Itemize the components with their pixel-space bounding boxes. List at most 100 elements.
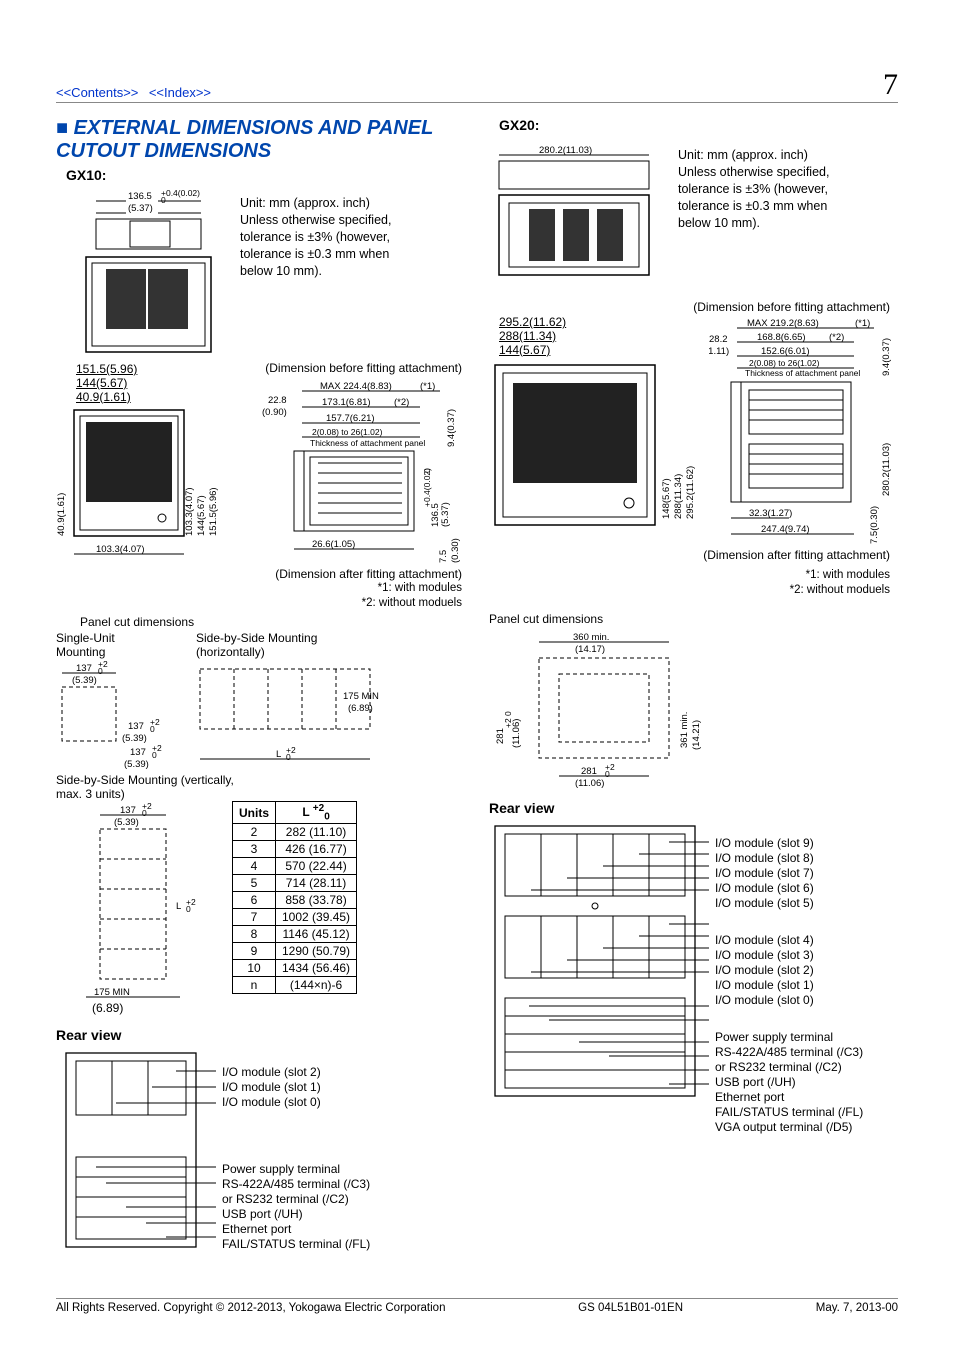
gx10-front-main: 40.9(1.61) 103.3(4.07) 144(5.67) 151.5(5… bbox=[56, 406, 256, 556]
svg-text:0: 0 bbox=[422, 468, 432, 473]
page-number: 7 bbox=[883, 70, 898, 100]
footer: All Rights Reserved. Copyright © 2012-20… bbox=[56, 1298, 898, 1314]
gx20-before-caption: (Dimension before fitting attachment) bbox=[489, 300, 890, 314]
left-column: ■ External Dimensions and Panel Cutout D… bbox=[56, 117, 465, 1257]
svg-text:103.3(4.07): 103.3(4.07) bbox=[96, 544, 145, 555]
svg-text:173.1(6.81): 173.1(6.81) bbox=[322, 397, 371, 408]
svg-text:(1.11): (1.11) bbox=[709, 346, 729, 357]
svg-text:136.5: 136.5 bbox=[128, 191, 152, 202]
gx10-cut-vert: 137 +20 (5.39) L +20 175 MIN bbox=[56, 801, 216, 1001]
svg-text:0: 0 bbox=[605, 769, 610, 779]
gx10-rear-view bbox=[56, 1047, 216, 1257]
svg-text:295.2(11.62): 295.2(11.62) bbox=[685, 466, 696, 519]
gx20-panelcut-title: Panel cut dimensions bbox=[489, 612, 898, 626]
svg-text:(11.06): (11.06) bbox=[575, 778, 604, 788]
svg-text:175 MIN: 175 MIN bbox=[94, 987, 130, 998]
svg-text:9.4(0.37): 9.4(0.37) bbox=[446, 409, 457, 447]
gx20-label: GX20: bbox=[499, 117, 898, 133]
svg-text:Thickness of attachment panel: Thickness of attachment panel bbox=[310, 438, 425, 448]
svg-text:(*1): (*1) bbox=[420, 381, 435, 392]
svg-text:0: 0 bbox=[286, 752, 291, 762]
svg-text:(14.17): (14.17) bbox=[575, 644, 605, 655]
gx20-unit-note: Unit: mm (approx. inch) Unless otherwise… bbox=[678, 147, 848, 231]
gx20-cut: 360 min. (14.17) 281 +2 0 (11.06) 361 mi… bbox=[489, 628, 719, 788]
svg-text:+0.4(0.02): +0.4(0.02) bbox=[161, 189, 200, 198]
gx10-before-caption: (Dimension before fitting attachment) bbox=[262, 361, 462, 375]
gx10-cut-horiz: 175 MIN (6.89) L +20 bbox=[196, 659, 386, 769]
gx10-panelcut-title: Panel cut dimensions bbox=[80, 615, 465, 629]
gx20-profile: 28.2 (1.11) MAX 219.2(8.63) (*1) 168.8(6… bbox=[709, 316, 899, 546]
gx20-front-main: 148(5.67) 288(11.34) 295.2(11.62) bbox=[489, 359, 699, 539]
svg-text:22.8: 22.8 bbox=[268, 395, 287, 406]
svg-text:(0.90): (0.90) bbox=[262, 407, 287, 418]
svg-text:(5.39): (5.39) bbox=[122, 733, 147, 744]
svg-text:(6.89): (6.89) bbox=[348, 703, 373, 714]
svg-text:L: L bbox=[176, 901, 181, 912]
contents-link[interactable]: <<Contents>> bbox=[56, 85, 138, 100]
svg-text:(5.39): (5.39) bbox=[114, 817, 139, 828]
section-title: ■ External Dimensions and Panel Cutout D… bbox=[56, 117, 465, 163]
gx10-unit-note: Unit: mm (approx. inch) Unless otherwise… bbox=[240, 195, 410, 279]
svg-text:(*2): (*2) bbox=[394, 397, 409, 408]
svg-text:168.8(6.65): 168.8(6.65) bbox=[757, 332, 806, 343]
svg-text:361 min.: 361 min. bbox=[679, 711, 690, 747]
svg-text:157.7(6.21): 157.7(6.21) bbox=[326, 413, 375, 424]
svg-text:288(11.34): 288(11.34) bbox=[673, 474, 684, 519]
gx10-cut-single: 137 +20 (5.39) 137 +20 (5.39) 137 +20 (5… bbox=[56, 659, 176, 769]
svg-text:247.4(9.74): 247.4(9.74) bbox=[761, 524, 810, 535]
gx10-label: GX10: bbox=[66, 167, 465, 183]
svg-text:(0.30): (0.30) bbox=[450, 538, 461, 563]
svg-text:(*1): (*1) bbox=[855, 318, 870, 329]
svg-text:28.2: 28.2 bbox=[709, 334, 728, 345]
svg-text:152.6(6.01): 152.6(6.01) bbox=[761, 346, 810, 357]
svg-text:0: 0 bbox=[186, 904, 191, 914]
svg-text:(5.39): (5.39) bbox=[124, 759, 149, 769]
svg-text:137: 137 bbox=[130, 747, 146, 758]
svg-text:0: 0 bbox=[503, 711, 513, 716]
svg-text:175 MIN: 175 MIN bbox=[343, 691, 379, 702]
svg-text:148(5.67): 148(5.67) bbox=[661, 479, 672, 520]
svg-text:(11.06): (11.06) bbox=[511, 718, 522, 747]
gx10-after-caption: (Dimension after fitting attachment) bbox=[262, 567, 462, 581]
index-link[interactable]: <<Index>> bbox=[149, 85, 211, 100]
svg-text:2(0.08) to 26(1.02): 2(0.08) to 26(1.02) bbox=[749, 358, 820, 368]
footer-copyright: All Rights Reserved. Copyright © 2012-20… bbox=[56, 1302, 445, 1314]
svg-text:MAX 219.2(8.63): MAX 219.2(8.63) bbox=[747, 318, 819, 329]
svg-text:0: 0 bbox=[150, 724, 155, 734]
svg-text:(5.39): (5.39) bbox=[72, 675, 97, 686]
units-table: UnitsL +20 2282 (11.10) 3426 (16.77) 457… bbox=[232, 801, 357, 994]
svg-text:151.5(5.96): 151.5(5.96) bbox=[208, 488, 219, 537]
svg-text:281: 281 bbox=[495, 728, 506, 744]
gx20-rear-title: Rear view bbox=[489, 800, 898, 816]
svg-text:137: 137 bbox=[76, 663, 92, 674]
svg-text:137: 137 bbox=[128, 721, 144, 732]
svg-text:(14.21): (14.21) bbox=[691, 720, 702, 750]
gx10-front-top: 136.5 +0.4(0.02) 0 (5.37) bbox=[56, 189, 226, 359]
svg-text:144(5.67): 144(5.67) bbox=[196, 496, 207, 537]
footer-docid: GS 04L51B01-01EN bbox=[578, 1302, 683, 1314]
svg-text:281: 281 bbox=[581, 766, 597, 777]
svg-text:MAX 224.4(8.83): MAX 224.4(8.83) bbox=[320, 381, 392, 392]
svg-text:0: 0 bbox=[142, 808, 147, 818]
svg-text:Thickness of attachment panel: Thickness of attachment panel bbox=[745, 368, 860, 378]
svg-text:0: 0 bbox=[98, 666, 103, 676]
svg-text:2(0.08) to 26(1.02): 2(0.08) to 26(1.02) bbox=[312, 427, 383, 437]
svg-text:L: L bbox=[276, 749, 281, 760]
gx20-rear-view bbox=[489, 820, 709, 1110]
svg-text:32.3(1.27): 32.3(1.27) bbox=[749, 508, 792, 519]
svg-text:40.9(1.61): 40.9(1.61) bbox=[56, 493, 67, 536]
svg-text:0: 0 bbox=[152, 750, 157, 760]
gx10-profile: 22.8 (0.90) MAX 224.4(8.83) (*1) 173.1(6… bbox=[262, 377, 462, 567]
svg-text:(5.37): (5.37) bbox=[128, 203, 153, 214]
gx20-after-caption: (Dimension after fitting attachment) bbox=[489, 548, 890, 562]
svg-text:26.6(1.05): 26.6(1.05) bbox=[312, 539, 355, 550]
svg-text:7.5(0.30): 7.5(0.30) bbox=[869, 506, 880, 544]
svg-text:9.4(0.37): 9.4(0.37) bbox=[881, 338, 892, 376]
svg-text:280.2(11.03): 280.2(11.03) bbox=[539, 145, 592, 156]
header-bar: <<Contents>> <<Index>> 7 bbox=[56, 70, 898, 103]
gx20-front-top: 280.2(11.03) bbox=[489, 143, 664, 288]
svg-text:7.5: 7.5 bbox=[438, 550, 449, 563]
svg-text:(*2): (*2) bbox=[829, 332, 844, 343]
svg-text:137: 137 bbox=[120, 805, 136, 816]
svg-text:280.2(11.03): 280.2(11.03) bbox=[881, 443, 892, 496]
